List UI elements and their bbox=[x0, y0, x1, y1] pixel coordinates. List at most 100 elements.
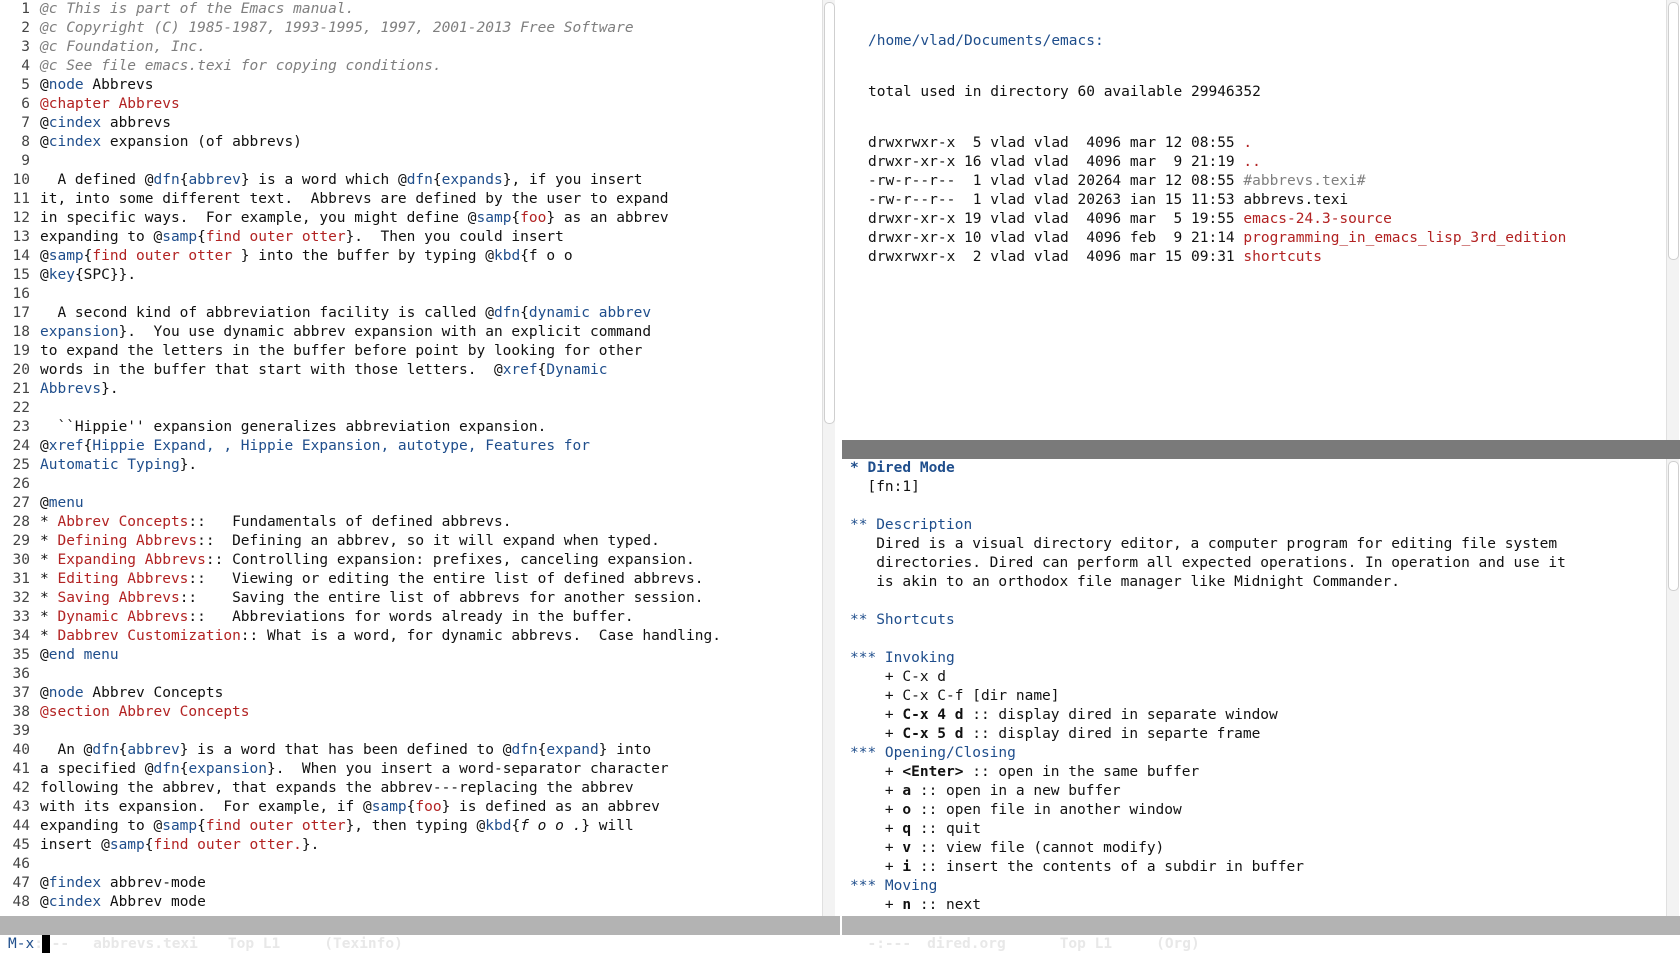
texinfo-line[interactable]: 42 following the abbrev, that expands the… bbox=[4, 779, 721, 798]
texinfo-line[interactable]: 4 @c See file emacs.texi for copying cond… bbox=[4, 57, 721, 76]
dired-entry[interactable]: drwxr-xr-x 19 vlad vlad 4096 mar 5 19:55… bbox=[868, 210, 1566, 229]
texinfo-line[interactable]: 35 @end menu bbox=[4, 646, 721, 665]
dired-file-list[interactable]: drwxrwxr-x 5 vlad vlad 4096 mar 12 08:55… bbox=[868, 134, 1566, 267]
org-line[interactable]: + i :: insert the contents of a subdir i… bbox=[850, 858, 1566, 877]
texinfo-line[interactable]: 29 * Defining Abbrevs:: Defining an abbre… bbox=[4, 532, 721, 551]
dired-entry[interactable]: drwxrwxr-x 5 vlad vlad 4096 mar 12 08:55… bbox=[868, 134, 1566, 153]
texinfo-line[interactable]: 6 @chapter Abbrevs bbox=[4, 95, 721, 114]
texinfo-line[interactable]: 43 with its expansion. For example, if @s… bbox=[4, 798, 721, 817]
org-line[interactable]: + C-x d bbox=[850, 668, 1566, 687]
texinfo-line[interactable]: 18 expansion}. You use dynamic abbrev exp… bbox=[4, 323, 721, 342]
texinfo-line[interactable]: 7 @cindex abbrevs bbox=[4, 114, 721, 133]
org-line[interactable]: [fn:1] bbox=[850, 478, 1566, 497]
dired-entry-name[interactable]: programming_in_emacs_lisp_3rd_edition bbox=[1243, 230, 1566, 246]
texinfo-line[interactable]: 2 @c Copyright (C) 1985-1987, 1993-1995, … bbox=[4, 19, 721, 38]
line-number: 4 bbox=[21, 58, 30, 74]
org-line[interactable]: *** Moving bbox=[850, 877, 1566, 896]
dired-pane[interactable]: /home/vlad/Documents/emacs: total used i… bbox=[842, 0, 1666, 440]
texinfo-line[interactable]: 27 @menu bbox=[4, 494, 721, 513]
texinfo-line[interactable]: 25 Automatic Typing}. bbox=[4, 456, 721, 475]
org-line[interactable] bbox=[850, 497, 1566, 516]
texinfo-line[interactable]: 36 bbox=[4, 665, 721, 684]
org-line[interactable]: + o :: open file in another window bbox=[850, 801, 1566, 820]
texinfo-line[interactable]: 48 @cindex Abbrev mode bbox=[4, 893, 721, 912]
dired-scrollbar-thumb[interactable] bbox=[1668, 2, 1679, 260]
texinfo-line[interactable]: 40 An @dfn{abbrev} is a word that has be… bbox=[4, 741, 721, 760]
texinfo-line[interactable]: 33 * Dynamic Abbrevs:: Abbreviations for … bbox=[4, 608, 721, 627]
org-line[interactable]: + C-x 5 d :: display dired in separte fr… bbox=[850, 725, 1566, 744]
org-line[interactable]: *** Invoking bbox=[850, 649, 1566, 668]
texinfo-line[interactable]: 1 @c This is part of the Emacs manual. bbox=[4, 0, 721, 19]
texinfo-buffer-text[interactable]: 1 @c This is part of the Emacs manual. 2 @c… bbox=[4, 0, 721, 912]
dired-entry[interactable]: drwxrwxr-x 2 vlad vlad 4096 mar 15 09:31… bbox=[868, 248, 1566, 267]
org-line[interactable]: + C-x C-f [dir name] bbox=[850, 687, 1566, 706]
org-scrollbar-thumb[interactable] bbox=[1668, 461, 1679, 591]
texinfo-line[interactable]: 37 @node Abbrev Concepts bbox=[4, 684, 721, 703]
texinfo-line[interactable]: 12 in specific ways. For example, you mig… bbox=[4, 209, 721, 228]
org-line[interactable]: + a :: open in a new buffer bbox=[850, 782, 1566, 801]
org-line[interactable]: ** Shortcuts bbox=[850, 611, 1566, 630]
left-scrollbar-thumb[interactable] bbox=[824, 2, 835, 424]
texinfo-line[interactable]: 45 insert @samp{find outer otter.}. bbox=[4, 836, 721, 855]
org-buffer-text[interactable]: * Dired Mode [fn:1] ** Description Dired … bbox=[850, 459, 1566, 915]
org-line[interactable] bbox=[850, 592, 1566, 611]
dired-entry-name[interactable]: . bbox=[1243, 135, 1252, 151]
org-line[interactable]: is akin to an orthodox file manager like… bbox=[850, 573, 1566, 592]
texinfo-line[interactable]: 21 Abbrevs}. bbox=[4, 380, 721, 399]
minibuffer[interactable]: M-x bbox=[0, 934, 1680, 963]
texinfo-line[interactable]: 24 @xref{Hippie Expand, , Hippie Expansio… bbox=[4, 437, 721, 456]
texinfo-line[interactable]: 9 bbox=[4, 152, 721, 171]
dired-entry[interactable]: -rw-r--r-- 1 vlad vlad 20263 ian 15 11:5… bbox=[868, 191, 1566, 210]
texinfo-line[interactable]: 14 @samp{find outer otter } into the buff… bbox=[4, 247, 721, 266]
org-line[interactable]: + q :: quit bbox=[850, 820, 1566, 839]
dired-entry-name[interactable]: emacs-24.3-source bbox=[1243, 211, 1391, 227]
dired-entry-name[interactable]: shortcuts bbox=[1243, 249, 1322, 265]
texinfo-line[interactable]: 22 bbox=[4, 399, 721, 418]
dired-scrollbar[interactable] bbox=[1666, 0, 1679, 440]
org-line[interactable]: ** Description bbox=[850, 516, 1566, 535]
texinfo-line[interactable]: 15 @key{SPC}}. bbox=[4, 266, 721, 285]
dired-entry-name[interactable]: .. bbox=[1243, 154, 1260, 170]
texinfo-line[interactable]: 10 A defined @dfn{abbrev} is a word whic… bbox=[4, 171, 721, 190]
texinfo-line[interactable]: 20 words in the buffer that start with th… bbox=[4, 361, 721, 380]
texinfo-line[interactable]: 19 to expand the letters in the buffer be… bbox=[4, 342, 721, 361]
texinfo-line[interactable]: 38 @section Abbrev Concepts bbox=[4, 703, 721, 722]
dired-entry-name[interactable]: abbrevs.texi bbox=[1243, 192, 1348, 208]
org-pane[interactable]: * Dired Mode [fn:1] ** Description Dired … bbox=[842, 459, 1666, 916]
texinfo-line[interactable]: 26 bbox=[4, 475, 721, 494]
texinfo-line[interactable]: 17 A second kind of abbreviation facilit… bbox=[4, 304, 721, 323]
texinfo-line[interactable]: 28 * Abbrev Concepts:: Fundamentals of de… bbox=[4, 513, 721, 532]
texinfo-line[interactable]: 5 @node Abbrevs bbox=[4, 76, 721, 95]
dired-entry[interactable]: -rw-r--r-- 1 vlad vlad 20264 mar 12 08:5… bbox=[868, 172, 1566, 191]
dired-entry[interactable]: drwxr-xr-x 10 vlad vlad 4096 feb 9 21:14… bbox=[868, 229, 1566, 248]
org-scrollbar[interactable] bbox=[1666, 459, 1679, 916]
texinfo-line[interactable]: 13 expanding to @samp{find outer otter}. … bbox=[4, 228, 721, 247]
org-line[interactable]: + C-x 4 d :: display dired in separate w… bbox=[850, 706, 1566, 725]
left-scrollbar[interactable] bbox=[822, 0, 835, 916]
texinfo-line[interactable]: 44 expanding to @samp{find outer otter}, … bbox=[4, 817, 721, 836]
dired-entry[interactable]: drwxr-xr-x 16 vlad vlad 4096 mar 9 21:19… bbox=[868, 153, 1566, 172]
texinfo-line[interactable]: 32 * Saving Abbrevs:: Saving the entire l… bbox=[4, 589, 721, 608]
org-line[interactable]: + n :: next bbox=[850, 896, 1566, 915]
texinfo-line[interactable]: 11 it, into some different text. Abbrevs … bbox=[4, 190, 721, 209]
org-line[interactable]: *** Opening/Closing bbox=[850, 744, 1566, 763]
org-line[interactable]: + <Enter> :: open in the same buffer bbox=[850, 763, 1566, 782]
texinfo-editor-pane[interactable]: 1 @c This is part of the Emacs manual. 2 @c… bbox=[0, 0, 820, 916]
texinfo-line[interactable]: 30 * Expanding Abbrevs:: Controlling expa… bbox=[4, 551, 721, 570]
org-line[interactable] bbox=[850, 630, 1566, 649]
org-line[interactable]: directories. Dired can perform all expec… bbox=[850, 554, 1566, 573]
texinfo-line[interactable]: 41 a specified @dfn{expansion}. When you … bbox=[4, 760, 721, 779]
texinfo-line[interactable]: 23 ``Hippie'' expansion generalizes abbr… bbox=[4, 418, 721, 437]
org-line[interactable]: Dired is a visual directory editor, a co… bbox=[850, 535, 1566, 554]
texinfo-line[interactable]: 16 bbox=[4, 285, 721, 304]
texinfo-line[interactable]: 47 @findex abbrev-mode bbox=[4, 874, 721, 893]
org-line[interactable]: + v :: view file (cannot modify) bbox=[850, 839, 1566, 858]
texinfo-line[interactable]: 39 bbox=[4, 722, 721, 741]
texinfo-line[interactable]: 3 @c Foundation, Inc. bbox=[4, 38, 721, 57]
org-line[interactable]: * Dired Mode bbox=[850, 459, 1566, 478]
texinfo-line[interactable]: 34 * Dabbrev Customization:: What is a wo… bbox=[4, 627, 721, 646]
texinfo-line[interactable]: 31 * Editing Abbrevs:: Viewing or editing… bbox=[4, 570, 721, 589]
dired-entry-name[interactable]: #abbrevs.texi# bbox=[1243, 173, 1365, 189]
texinfo-line[interactable]: 8 @cindex expansion (of abbrevs) bbox=[4, 133, 721, 152]
texinfo-line[interactable]: 46 bbox=[4, 855, 721, 874]
